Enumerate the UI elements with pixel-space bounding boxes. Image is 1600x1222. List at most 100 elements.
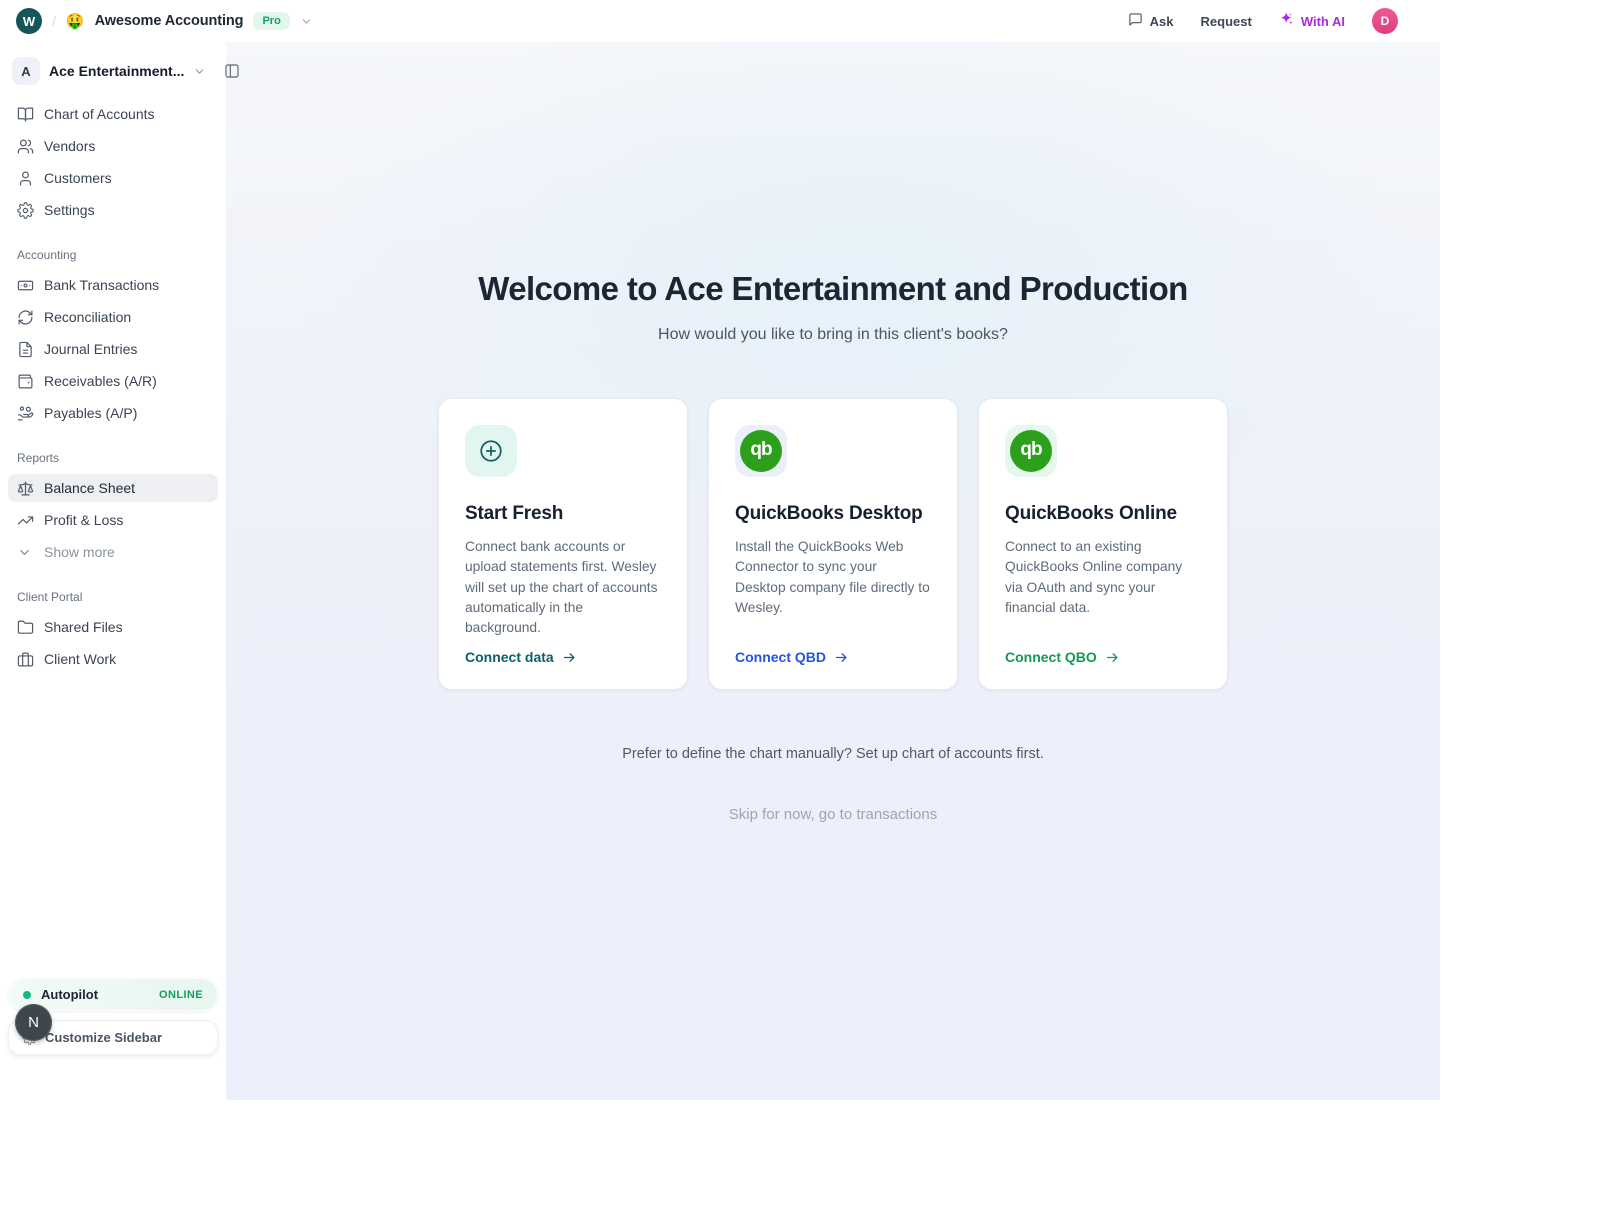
onboarding-cards: Start Fresh Connect bank accounts or upl… (438, 398, 1228, 690)
sidebar-client-portal-nav: Shared Files Client Work (8, 613, 218, 673)
sidebar-item-receivables[interactable]: Receivables (A/R) (8, 367, 218, 395)
refresh-icon (17, 309, 34, 326)
quickbooks-logo: qb (1010, 430, 1052, 472)
users-icon (17, 138, 34, 155)
sidebar-item-balance-sheet[interactable]: Balance Sheet (8, 474, 218, 502)
connect-qbo-link[interactable]: Connect QBO (1005, 649, 1201, 665)
sidebar-item-payables[interactable]: Payables (A/P) (8, 399, 218, 427)
customize-sidebar-label: Customize Sidebar (45, 1030, 162, 1045)
workspace-name[interactable]: Awesome Accounting (95, 13, 244, 29)
sidebar-item-label: Reconciliation (44, 309, 131, 325)
client-avatar-initial: A (21, 64, 30, 79)
sidebar-item-journal-entries[interactable]: Journal Entries (8, 335, 218, 363)
quickbooks-logo-icon: qb (735, 425, 787, 477)
sidebar-item-label: Receivables (A/R) (44, 373, 157, 389)
client-switcher[interactable]: A Ace Entertainment... (8, 56, 218, 86)
sidebar-item-label: Vendors (44, 138, 95, 154)
app-window: W / 🤑 Awesome Accounting Pro Ask Request… (0, 0, 1440, 1100)
sidebar-item-client-work[interactable]: Client Work (8, 645, 218, 673)
sidebar-item-label: Bank Transactions (44, 277, 159, 293)
quickbooks-logo-icon: qb (1005, 425, 1057, 477)
page-title: Welcome to Ace Entertainment and Product… (478, 270, 1187, 308)
arrow-right-icon (834, 650, 849, 665)
collaborator-cursor-avatar: N (15, 1004, 52, 1041)
manual-setup-hint[interactable]: Prefer to define the chart manually? Set… (622, 746, 1044, 762)
with-ai-label: With AI (1301, 14, 1345, 29)
arrow-right-icon (1105, 650, 1120, 665)
cta-label: Connect data (465, 649, 554, 665)
user-avatar[interactable]: D (1372, 8, 1398, 34)
autopilot-status: ONLINE (159, 989, 203, 1001)
ask-button[interactable]: Ask (1128, 12, 1174, 30)
sidebar-item-label: Settings (44, 202, 95, 218)
card-title: QuickBooks Desktop (735, 503, 931, 525)
connect-data-link[interactable]: Connect data (465, 649, 661, 665)
section-label-accounting: Accounting (8, 248, 218, 262)
sidebar-reports-nav: Balance Sheet Profit & Loss Show more (8, 474, 218, 566)
sidebar-item-label: Shared Files (44, 619, 123, 635)
book-open-icon (17, 106, 34, 123)
card-description: Connect to an existing QuickBooks Online… (1005, 537, 1201, 618)
scale-icon (17, 480, 34, 497)
card-description: Connect bank accounts or upload statemen… (465, 537, 661, 638)
sidebar-primary-nav: Chart of Accounts Vendors Customers Sett… (8, 100, 218, 224)
card-description: Install the QuickBooks Web Connector to … (735, 537, 931, 618)
wallet-icon (17, 373, 34, 390)
workspace-emoji: 🤑 (66, 14, 85, 29)
sidebar-item-chart-of-accounts[interactable]: Chart of Accounts (8, 100, 218, 128)
request-button[interactable]: Request (1201, 14, 1252, 29)
card-quickbooks-online[interactable]: qb QuickBooks Online Connect to an exist… (978, 398, 1228, 690)
card-title: QuickBooks Online (1005, 503, 1201, 525)
card-quickbooks-desktop[interactable]: qb QuickBooks Desktop Install the QuickB… (708, 398, 958, 690)
sidebar-item-settings[interactable]: Settings (8, 196, 218, 224)
pro-plan-badge: Pro (253, 12, 289, 30)
folder-icon (17, 619, 34, 636)
sidebar-item-bank-transactions[interactable]: Bank Transactions (8, 271, 218, 299)
sidebar-item-label: Balance Sheet (44, 480, 135, 496)
user-avatar-initial: D (1381, 14, 1390, 28)
topbar: W / 🤑 Awesome Accounting Pro Ask Request… (0, 0, 1440, 42)
screenshot-canvas: W / 🤑 Awesome Accounting Pro Ask Request… (0, 0, 1600, 1222)
quickbooks-logo: qb (740, 430, 782, 472)
user-icon (17, 170, 34, 187)
message-square-icon (1128, 12, 1143, 30)
connect-qbd-link[interactable]: Connect QBD (735, 649, 931, 665)
page-subtitle: How would you like to bring in this clie… (658, 326, 1008, 344)
with-ai-button[interactable]: With AI (1279, 12, 1345, 30)
card-start-fresh[interactable]: Start Fresh Connect bank accounts or upl… (438, 398, 688, 690)
card-title: Start Fresh (465, 503, 661, 525)
briefcase-icon (17, 651, 34, 668)
arrow-right-icon (562, 650, 577, 665)
sidebar-item-customers[interactable]: Customers (8, 164, 218, 192)
ask-label: Ask (1150, 14, 1174, 29)
sidebar-collapse-icon[interactable] (224, 63, 240, 79)
gear-icon (17, 202, 34, 219)
cta-label: Connect QBD (735, 649, 826, 665)
show-more-label: Show more (44, 544, 115, 560)
client-name: Ace Entertainment... (49, 63, 184, 79)
sidebar-item-label: Customers (44, 170, 112, 186)
sidebar-accounting-nav: Bank Transactions Reconciliation Journal… (8, 271, 218, 427)
qb-logo-text: qb (750, 439, 771, 461)
section-label-client-portal: Client Portal (8, 590, 218, 604)
sidebar-item-profit-and-loss[interactable]: Profit & Loss (8, 506, 218, 534)
sidebar-item-reconciliation[interactable]: Reconciliation (8, 303, 218, 331)
trending-up-icon (17, 512, 34, 529)
topbar-actions: Ask Request With AI D (1128, 8, 1398, 34)
wesley-logo[interactable]: W (16, 8, 42, 34)
main-content: Welcome to Ace Entertainment and Product… (226, 42, 1440, 1100)
sidebar-item-label: Client Work (44, 651, 116, 667)
skip-link[interactable]: Skip for now, go to transactions (729, 806, 937, 823)
cursor-avatar-initial: N (28, 1014, 39, 1031)
sidebar: A Ace Entertainment... Chart of Accounts… (0, 42, 226, 1100)
workspace-chevron-down-icon[interactable] (300, 15, 313, 28)
cta-label: Connect QBO (1005, 649, 1097, 665)
sidebar-item-shared-files[interactable]: Shared Files (8, 613, 218, 641)
sidebar-item-label: Journal Entries (44, 341, 137, 357)
banknote-icon (17, 277, 34, 294)
sidebar-show-more[interactable]: Show more (8, 538, 218, 566)
sidebar-item-label: Chart of Accounts (44, 106, 155, 122)
client-chevron-down-icon (193, 65, 206, 78)
file-text-icon (17, 341, 34, 358)
sidebar-item-vendors[interactable]: Vendors (8, 132, 218, 160)
